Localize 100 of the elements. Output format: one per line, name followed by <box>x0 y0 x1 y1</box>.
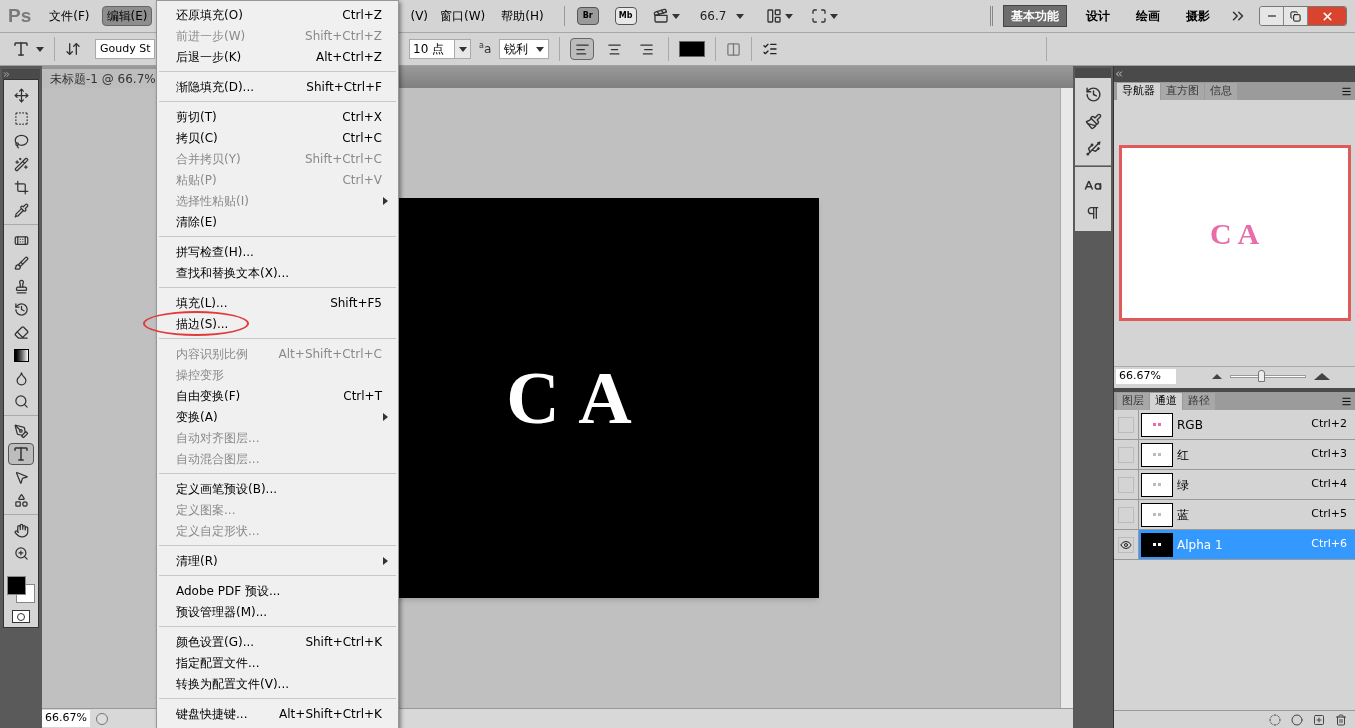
menu-item[interactable]: 描边(S)... <box>143 311 398 336</box>
bridge-button[interactable]: Br <box>576 7 599 25</box>
channel-shortcut: Ctrl+4 <box>1311 476 1347 493</box>
paragraph-panel-icon[interactable] <box>1085 205 1101 221</box>
menu-item[interactable]: 转换为配置文件(V)... <box>157 673 398 694</box>
channel-shortcut: Ctrl+3 <box>1311 446 1347 463</box>
brush-presets-icon[interactable] <box>1084 113 1102 130</box>
menu-item[interactable]: 后退一步(K) Alt+Ctrl+Z <box>157 46 398 67</box>
app-logo: Ps <box>8 3 32 28</box>
load-selection-icon[interactable] <box>1269 713 1281 726</box>
clone-source-icon[interactable] <box>1084 140 1102 157</box>
menu-item[interactable]: 变换(A) <box>157 406 398 427</box>
menu-item[interactable]: 填充(L)... Shift+F5 <box>157 292 398 313</box>
zoom-slider-thumb[interactable] <box>1258 370 1266 382</box>
crop-icon <box>13 179 29 195</box>
caret-icon <box>536 46 545 52</box>
panel-tab[interactable]: 图层 <box>1117 393 1149 410</box>
menu-item[interactable]: 还原填充(O) Ctrl+Z <box>157 4 398 25</box>
minimize-button[interactable] <box>1260 7 1284 25</box>
menu-bar-item[interactable]: (V) <box>406 6 433 26</box>
visibility-toggle[interactable] <box>1118 476 1134 493</box>
zoom-dropdown[interactable]: 66.7 <box>699 7 745 25</box>
workspace-tab[interactable]: 摄影 <box>1179 5 1217 27</box>
workspace-tab[interactable]: 设计 <box>1079 5 1117 27</box>
font-family-field[interactable]: Goudy St <box>95 39 155 59</box>
film-icon <box>652 8 669 24</box>
color-swatches-icon[interactable] <box>7 576 35 604</box>
text-color-swatch[interactable] <box>679 41 706 57</box>
extras-button[interactable] <box>652 8 680 24</box>
screen-mode-button[interactable] <box>811 8 839 24</box>
panel-menu-icon[interactable] <box>1341 395 1352 407</box>
visibility-toggle[interactable] <box>1118 506 1134 523</box>
visibility-toggle[interactable] <box>1118 536 1134 553</box>
visibility-toggle[interactable] <box>1118 416 1134 433</box>
delete-icon[interactable] <box>1335 713 1347 726</box>
panel-tab[interactable]: 导航器 <box>1117 83 1160 100</box>
menu-item[interactable]: 颜色设置(G)... Shift+Ctrl+K <box>157 631 398 652</box>
menu-item[interactable]: Adobe PDF 预设... <box>157 580 398 601</box>
type-tool[interactable] <box>8 443 34 465</box>
restore-button[interactable] <box>1284 7 1308 25</box>
visibility-toggle[interactable] <box>1118 446 1134 463</box>
menu-bar-item[interactable]: 帮助(H) <box>497 6 548 26</box>
channel-row[interactable]: RGB Ctrl+2 <box>1138 410 1355 439</box>
channel-row[interactable]: 红 Ctrl+3 <box>1138 440 1355 469</box>
menu-item[interactable]: 预设管理器(M)... <box>157 601 398 622</box>
panel-tab[interactable]: 直方图 <box>1161 83 1204 100</box>
workspace-tab[interactable]: 基本功能 <box>1003 5 1067 27</box>
mini-bridge-button[interactable]: Mb <box>614 7 637 25</box>
channel-shortcut: Ctrl+2 <box>1311 416 1347 433</box>
eyedropper-icon <box>13 202 29 218</box>
panel-tab[interactable]: 信息 <box>1205 83 1237 100</box>
menu-item[interactable]: 清除(E) <box>157 211 398 232</box>
zoom-out-icon[interactable] <box>1212 374 1222 379</box>
channel-row[interactable]: 蓝 Ctrl+5 <box>1138 500 1355 529</box>
menu-item[interactable]: 定义画笔预设(B)... <box>157 478 398 499</box>
stamp-icon <box>13 278 29 294</box>
gradient-icon <box>13 348 29 362</box>
status-info-icon[interactable] <box>96 712 108 725</box>
save-selection-icon[interactable] <box>1291 713 1303 726</box>
layout-icon <box>766 8 783 24</box>
panel-tab[interactable]: 路径 <box>1183 393 1215 410</box>
menu-bar-item[interactable]: 文件(F) <box>45 6 94 26</box>
new-channel-icon[interactable] <box>1313 713 1325 726</box>
menu-item[interactable]: 拷贝(C) Ctrl+C <box>157 127 398 148</box>
close-button[interactable] <box>1308 7 1346 25</box>
navigator-zoom-field[interactable]: 66.67% <box>1116 369 1176 384</box>
lasso-icon <box>13 133 29 149</box>
vertical-scrollbar[interactable] <box>1060 88 1073 708</box>
antialias-dropdown[interactable]: 锐利 <box>499 39 550 59</box>
brush-icon <box>13 255 29 271</box>
menu-item[interactable]: 查找和替换文本(X)... <box>157 262 398 283</box>
caret-icon <box>736 13 745 19</box>
arrange-documents-button[interactable] <box>766 8 794 24</box>
align-left-button[interactable] <box>570 38 595 60</box>
history-panel-icon[interactable] <box>1084 86 1102 103</box>
panel-tab[interactable]: 通道 <box>1150 393 1182 410</box>
menu-item[interactable]: 自由变换(F) Ctrl+T <box>157 385 398 406</box>
zoom-icon <box>13 545 29 561</box>
menu-item[interactable]: 剪切(T) Ctrl+X <box>157 106 398 127</box>
menu-item[interactable]: 指定配置文件... <box>157 652 398 673</box>
warp-text-icon[interactable] <box>726 41 742 57</box>
menu-bar-item[interactable]: 编辑(E) <box>101 6 153 26</box>
panel-menu-icon[interactable] <box>1341 85 1352 97</box>
menu-item[interactable]: 拼写检查(H)... <box>157 241 398 262</box>
zoom-in-icon[interactable] <box>1314 373 1330 380</box>
menu-bar-item[interactable]: 窗口(W) <box>436 6 490 26</box>
panels-toggle-icon[interactable] <box>762 41 779 57</box>
zoom-slider[interactable] <box>1228 370 1308 383</box>
quick-mask-icon[interactable] <box>12 610 30 623</box>
canvas-text: C A <box>506 355 634 441</box>
workspace-tab[interactable]: 绘画 <box>1129 5 1167 27</box>
status-zoom-field[interactable]: 66.67% <box>42 710 90 727</box>
eraser-icon <box>13 324 29 340</box>
move-icon <box>13 87 29 103</box>
menu-item[interactable]: 清理(R) <box>157 550 398 571</box>
text-orientation-icon[interactable] <box>65 41 81 57</box>
menu-item[interactable]: 键盘快捷键... Alt+Shift+Ctrl+K <box>157 703 398 724</box>
type-tool-preset[interactable] <box>12 40 44 58</box>
channel-row[interactable]: 绿 Ctrl+4 <box>1138 470 1355 499</box>
font-size-field[interactable]: 10 点 <box>409 39 471 59</box>
